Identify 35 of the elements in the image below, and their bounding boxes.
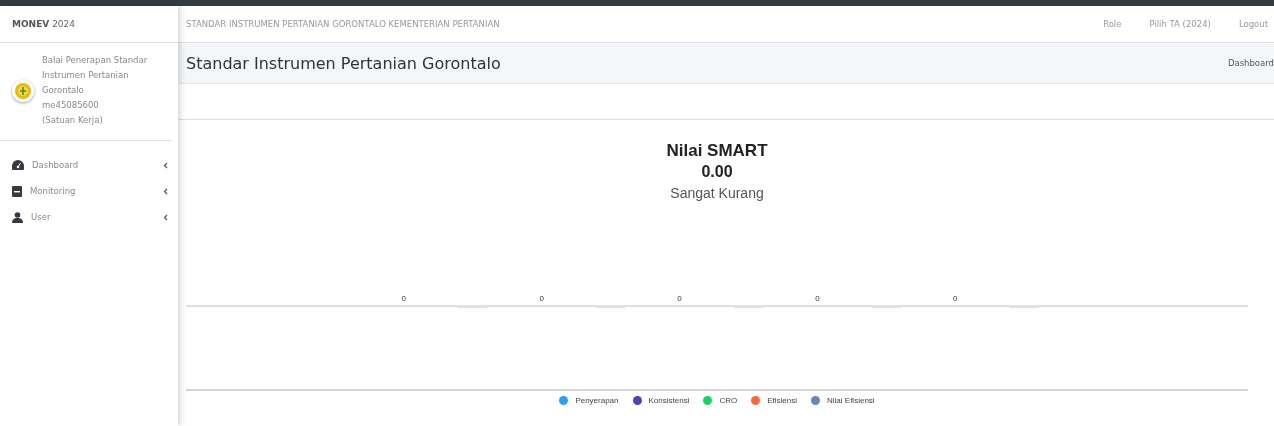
score-title: Nilai SMART bbox=[666, 140, 768, 161]
bar-value-label: 0 bbox=[677, 294, 682, 303]
user-icon bbox=[12, 211, 23, 223]
book-icon bbox=[12, 185, 22, 197]
nav-link[interactable]: Logout bbox=[1238, 19, 1268, 29]
chevron-icon bbox=[163, 187, 168, 195]
nav-link[interactable]: Role bbox=[1103, 19, 1122, 29]
bar-value-label: 0 bbox=[815, 294, 820, 303]
app-title: STANDAR INSTRUMEN PERTANIAN GORONTALO KEMENTERIAN PERTANIAN bbox=[186, 19, 501, 29]
legend-label: Efisiensi bbox=[767, 396, 798, 405]
user-info-text: Gorontalo bbox=[42, 84, 85, 97]
user-info-text: Instrumen Pertanian bbox=[42, 69, 130, 82]
legend-label: Penyerapan bbox=[575, 396, 619, 405]
chevron-icon bbox=[163, 213, 168, 221]
chevron-icon bbox=[163, 161, 168, 169]
breadcrumb-link[interactable]: Dashboard bbox=[1227, 58, 1274, 68]
bar-value-label: 0 bbox=[401, 294, 406, 303]
legend-label: Nilai Efisiensi bbox=[827, 396, 875, 405]
score-rating: Sangat Kurang bbox=[670, 184, 764, 203]
user-info-text: me45085600 bbox=[42, 99, 100, 112]
sidebar-item[interactable]: User bbox=[12, 207, 168, 227]
score-value: 0.00 bbox=[701, 162, 733, 182]
brand-logo-text[interactable]: MONEV 2024 bbox=[12, 19, 76, 29]
legend-label: CRO bbox=[719, 396, 738, 405]
sidebar-item[interactable]: Dashboard bbox=[12, 155, 168, 175]
user-info-text: Balai Penerapan Standar bbox=[42, 54, 148, 67]
gauge-icon bbox=[12, 160, 24, 170]
bar-value-label: 0 bbox=[953, 294, 958, 303]
emblem-icon bbox=[12, 79, 34, 102]
nav-link[interactable]: Pilih TA (2024) bbox=[1149, 19, 1211, 29]
bar-value-label: 0 bbox=[539, 294, 544, 303]
user-info-text: (Satuan Kerja) bbox=[42, 114, 104, 127]
sidebar-item[interactable]: Monitoring bbox=[12, 181, 168, 201]
legend-label: Konsistensi bbox=[648, 396, 690, 405]
page-title: Standar Instrumen Pertanian Gorontalo bbox=[186, 53, 501, 73]
